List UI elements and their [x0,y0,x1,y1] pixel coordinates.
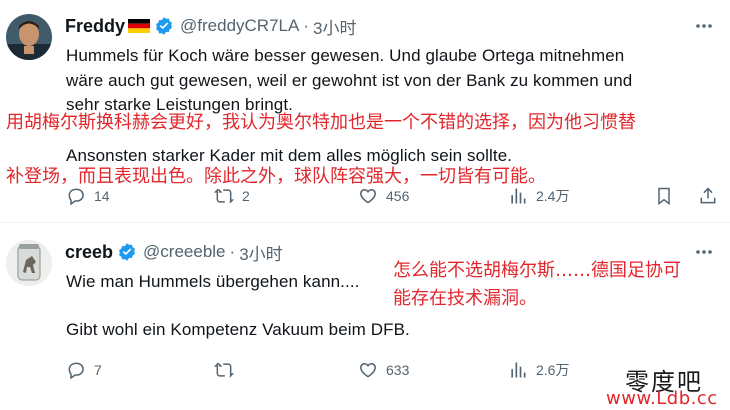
repost-icon [214,362,234,378]
tweet-divider [0,222,730,223]
tweet-text-line: Gibt wohl ein Kompetenz Vakuum beim DFB. [66,320,410,339]
action-bar: 7 633 2.6万 [60,357,720,383]
like-icon [360,362,376,378]
like-button[interactable]: 456 [358,183,409,209]
share-button[interactable] [698,183,726,209]
repost-icon [214,188,234,204]
tweet-header: Freddy @freddyCR7LA · 3小时 [65,14,356,38]
share-icon [700,187,716,204]
tweet-creeb[interactable]: creeb @creeeble · 3小时 Wie man Hummels üb… [0,225,730,410]
author-handle[interactable]: @freddyCR7LA [180,16,299,36]
reply-count: 14 [94,188,110,204]
repost-button[interactable] [214,357,242,383]
separator-dot: · [229,242,236,261]
more-icon[interactable] [694,16,714,36]
timestamp[interactable]: 3小时 [313,14,356,39]
tweet-text-line: Hummels für Koch wäre besser gewesen. Un… [66,46,625,65]
reply-icon [68,362,84,380]
more-icon[interactable] [694,242,714,262]
views-button[interactable]: 2.4万 [508,183,569,209]
tweet-freddy[interactable]: Freddy @freddyCR7LA · 3小时 Hummels für Ko… [0,0,730,222]
repost-button[interactable]: 2 [214,183,250,209]
translation-overlay: 怎么能不选胡梅尔斯……德国足协可 [393,260,681,281]
like-button[interactable]: 633 [358,357,409,383]
views-icon [511,188,526,204]
reply-icon [68,188,84,206]
translation-overlay: 能存在技术漏洞。 [393,288,537,309]
action-bar: 14 2 456 2.4万 [60,183,720,209]
views-button[interactable]: 2.6万 [508,357,569,383]
like-count: 456 [386,188,410,204]
reply-count: 7 [94,362,102,378]
tweet-header: creeb @creeeble · 3小时 [65,240,283,264]
views-count: 2.4万 [536,188,570,204]
watermark-url: www.Ldb.cc [606,388,718,409]
verified-icon [117,242,137,262]
bookmark-icon [658,187,670,205]
tweet-text-line: wäre auch gut gewesen, weil er gewohnt i… [66,71,633,90]
like-count: 633 [386,362,410,378]
de-flag-icon [128,19,151,33]
author-handle[interactable]: @creeeble [143,242,225,262]
timestamp[interactable]: 3小时 [239,240,282,265]
avatar[interactable] [6,14,52,60]
verified-icon [154,16,174,36]
reply-button[interactable]: 14 [66,183,110,209]
translation-overlay: 用胡梅尔斯换科赫会更好，我认为奥尔特加也是一个不错的选择，因为他习惯替 [6,112,636,133]
author-name[interactable]: Freddy [65,16,125,37]
bookmark-button[interactable] [654,183,682,209]
like-icon [360,188,376,204]
reply-button[interactable]: 7 [66,357,102,383]
separator-dot: · [303,16,309,35]
views-icon [511,362,526,378]
repost-count: 2 [242,188,250,204]
avatar[interactable] [6,240,52,286]
tweet-text-line: Wie man Hummels übergehen kann.... [66,272,360,291]
author-name[interactable]: creeb [65,242,113,263]
views-count: 2.6万 [536,362,570,378]
